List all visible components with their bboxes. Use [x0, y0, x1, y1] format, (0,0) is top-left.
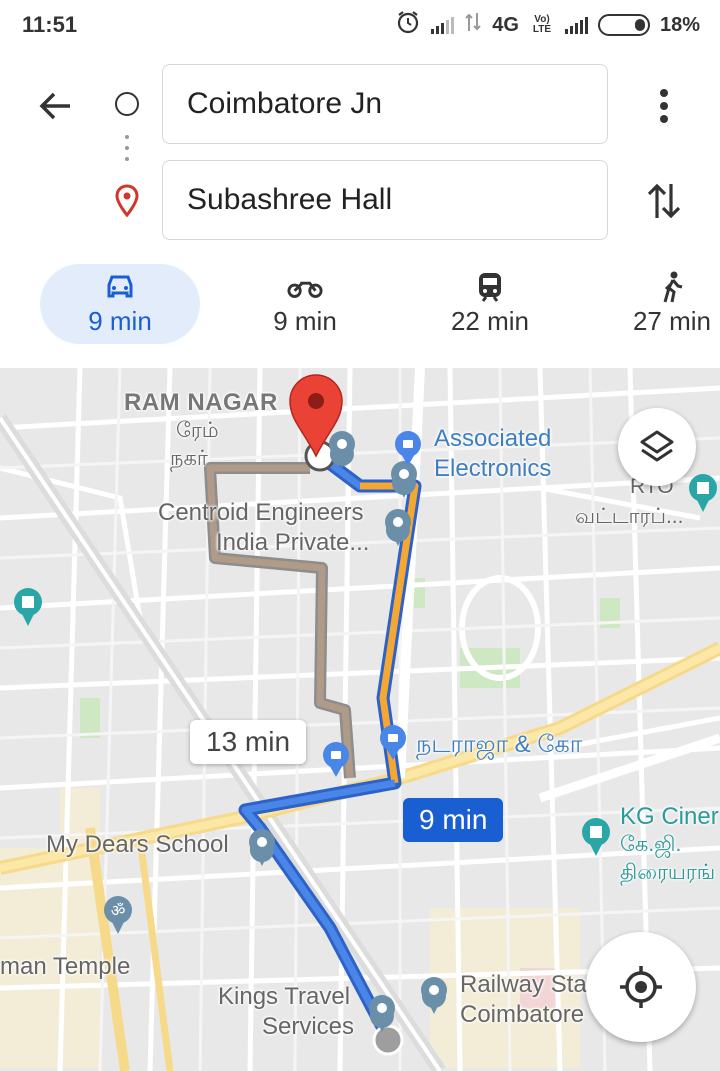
map-label-centroid-2[interactable]: India Private...: [216, 528, 369, 558]
battery-icon: [597, 14, 650, 36]
network-type: 4G: [492, 13, 519, 36]
map-label-ram-nagar-ta2: நகர்: [170, 447, 208, 470]
walk-icon: [654, 271, 690, 302]
map-label-railway-2[interactable]: Coimbatore: [460, 1000, 584, 1030]
volte-badge: Vo) LTE: [532, 14, 552, 35]
map-label-rto-ta: வட்டாரப்...: [575, 505, 684, 528]
map-label-ram-nagar: RAM NAGAR: [124, 389, 278, 416]
map-label-kings-2[interactable]: Services: [262, 1012, 354, 1042]
signal-icon: [431, 16, 455, 34]
map-label-natraja[interactable]: நடராஜா & கோ: [416, 730, 582, 760]
map-label-ram-nagar-ta1: ரேம்: [176, 419, 219, 442]
map-label-kg-1[interactable]: KG Ciner: [620, 802, 719, 832]
mode-walking-time: 27 min: [632, 305, 712, 336]
swap-vert-icon[interactable]: [645, 180, 683, 222]
more-vert-icon[interactable]: [650, 86, 678, 126]
status-time: 11:51: [22, 12, 78, 37]
map-label-associated-1[interactable]: Associated: [434, 424, 551, 454]
train-icon: [472, 272, 508, 302]
data-arrows-icon: [464, 11, 482, 39]
alt-route-time-badge[interactable]: 13 min: [190, 720, 307, 764]
mode-walking-tab[interactable]: 27 min: [612, 264, 720, 344]
arrow-left-icon[interactable]: [36, 86, 76, 126]
map-label-railway-1[interactable]: Railway Sta: [460, 970, 587, 1000]
my-location-icon: [620, 966, 662, 1008]
map-label-kg-3: திரையரங்: [620, 861, 716, 884]
map-label-temple[interactable]: man Temple: [0, 952, 130, 982]
my-location-button[interactable]: [586, 932, 696, 1042]
motorbike-icon: [287, 272, 323, 302]
map-label-associated-2[interactable]: Electronics: [434, 454, 551, 484]
svg-text:ॐ: ॐ: [111, 901, 126, 920]
mode-motorbike-tab[interactable]: 9 min: [220, 264, 390, 344]
status-icons: 4G Vo) LTE 18%: [395, 10, 700, 40]
map-view[interactable]: ॐ RAM NAGAR ரேம் நகர் Associated Electro…: [0, 368, 720, 1071]
route-dots-icon: [125, 135, 129, 168]
destination-input[interactable]: Subashree Hall: [162, 160, 608, 240]
directions-header: Coimbatore Jn Subashree Hall 9 min 9 min…: [0, 50, 720, 368]
mode-transit-tab[interactable]: 22 min: [410, 264, 570, 344]
map-label-kings-1[interactable]: Kings Travel: [218, 982, 350, 1012]
map-label-my-dears[interactable]: My Dears School: [46, 830, 229, 860]
map-label-centroid-1[interactable]: Centroid Engineers: [158, 498, 363, 528]
layers-icon: [640, 430, 674, 462]
origin-text: Coimbatore Jn: [187, 87, 383, 120]
mode-driving-time: 9 min: [88, 305, 152, 336]
alarm-icon: [395, 9, 421, 41]
map-label-kg-2: கே.ஜி.: [620, 833, 682, 856]
mode-driving-tab[interactable]: 9 min: [40, 264, 200, 344]
mode-motorbike-time: 9 min: [273, 305, 337, 336]
destination-pin-icon: [114, 184, 140, 218]
status-bar: 11:51 4G Vo) LTE 18%: [0, 0, 720, 50]
battery-percent: 18%: [659, 13, 700, 36]
car-icon: [102, 272, 138, 302]
main-route-time-badge[interactable]: 9 min: [403, 798, 504, 842]
layers-button[interactable]: [618, 408, 696, 486]
signal-icon-2: [564, 16, 588, 34]
destination-text: Subashree Hall: [187, 183, 393, 216]
origin-input[interactable]: Coimbatore Jn: [162, 64, 608, 144]
mode-transit-time: 22 min: [450, 305, 530, 336]
origin-dot-icon: [115, 92, 139, 116]
maps-directions-screen: 11:51 4G Vo) LTE 18% Coimbatore Jn Subas…: [0, 0, 720, 1071]
